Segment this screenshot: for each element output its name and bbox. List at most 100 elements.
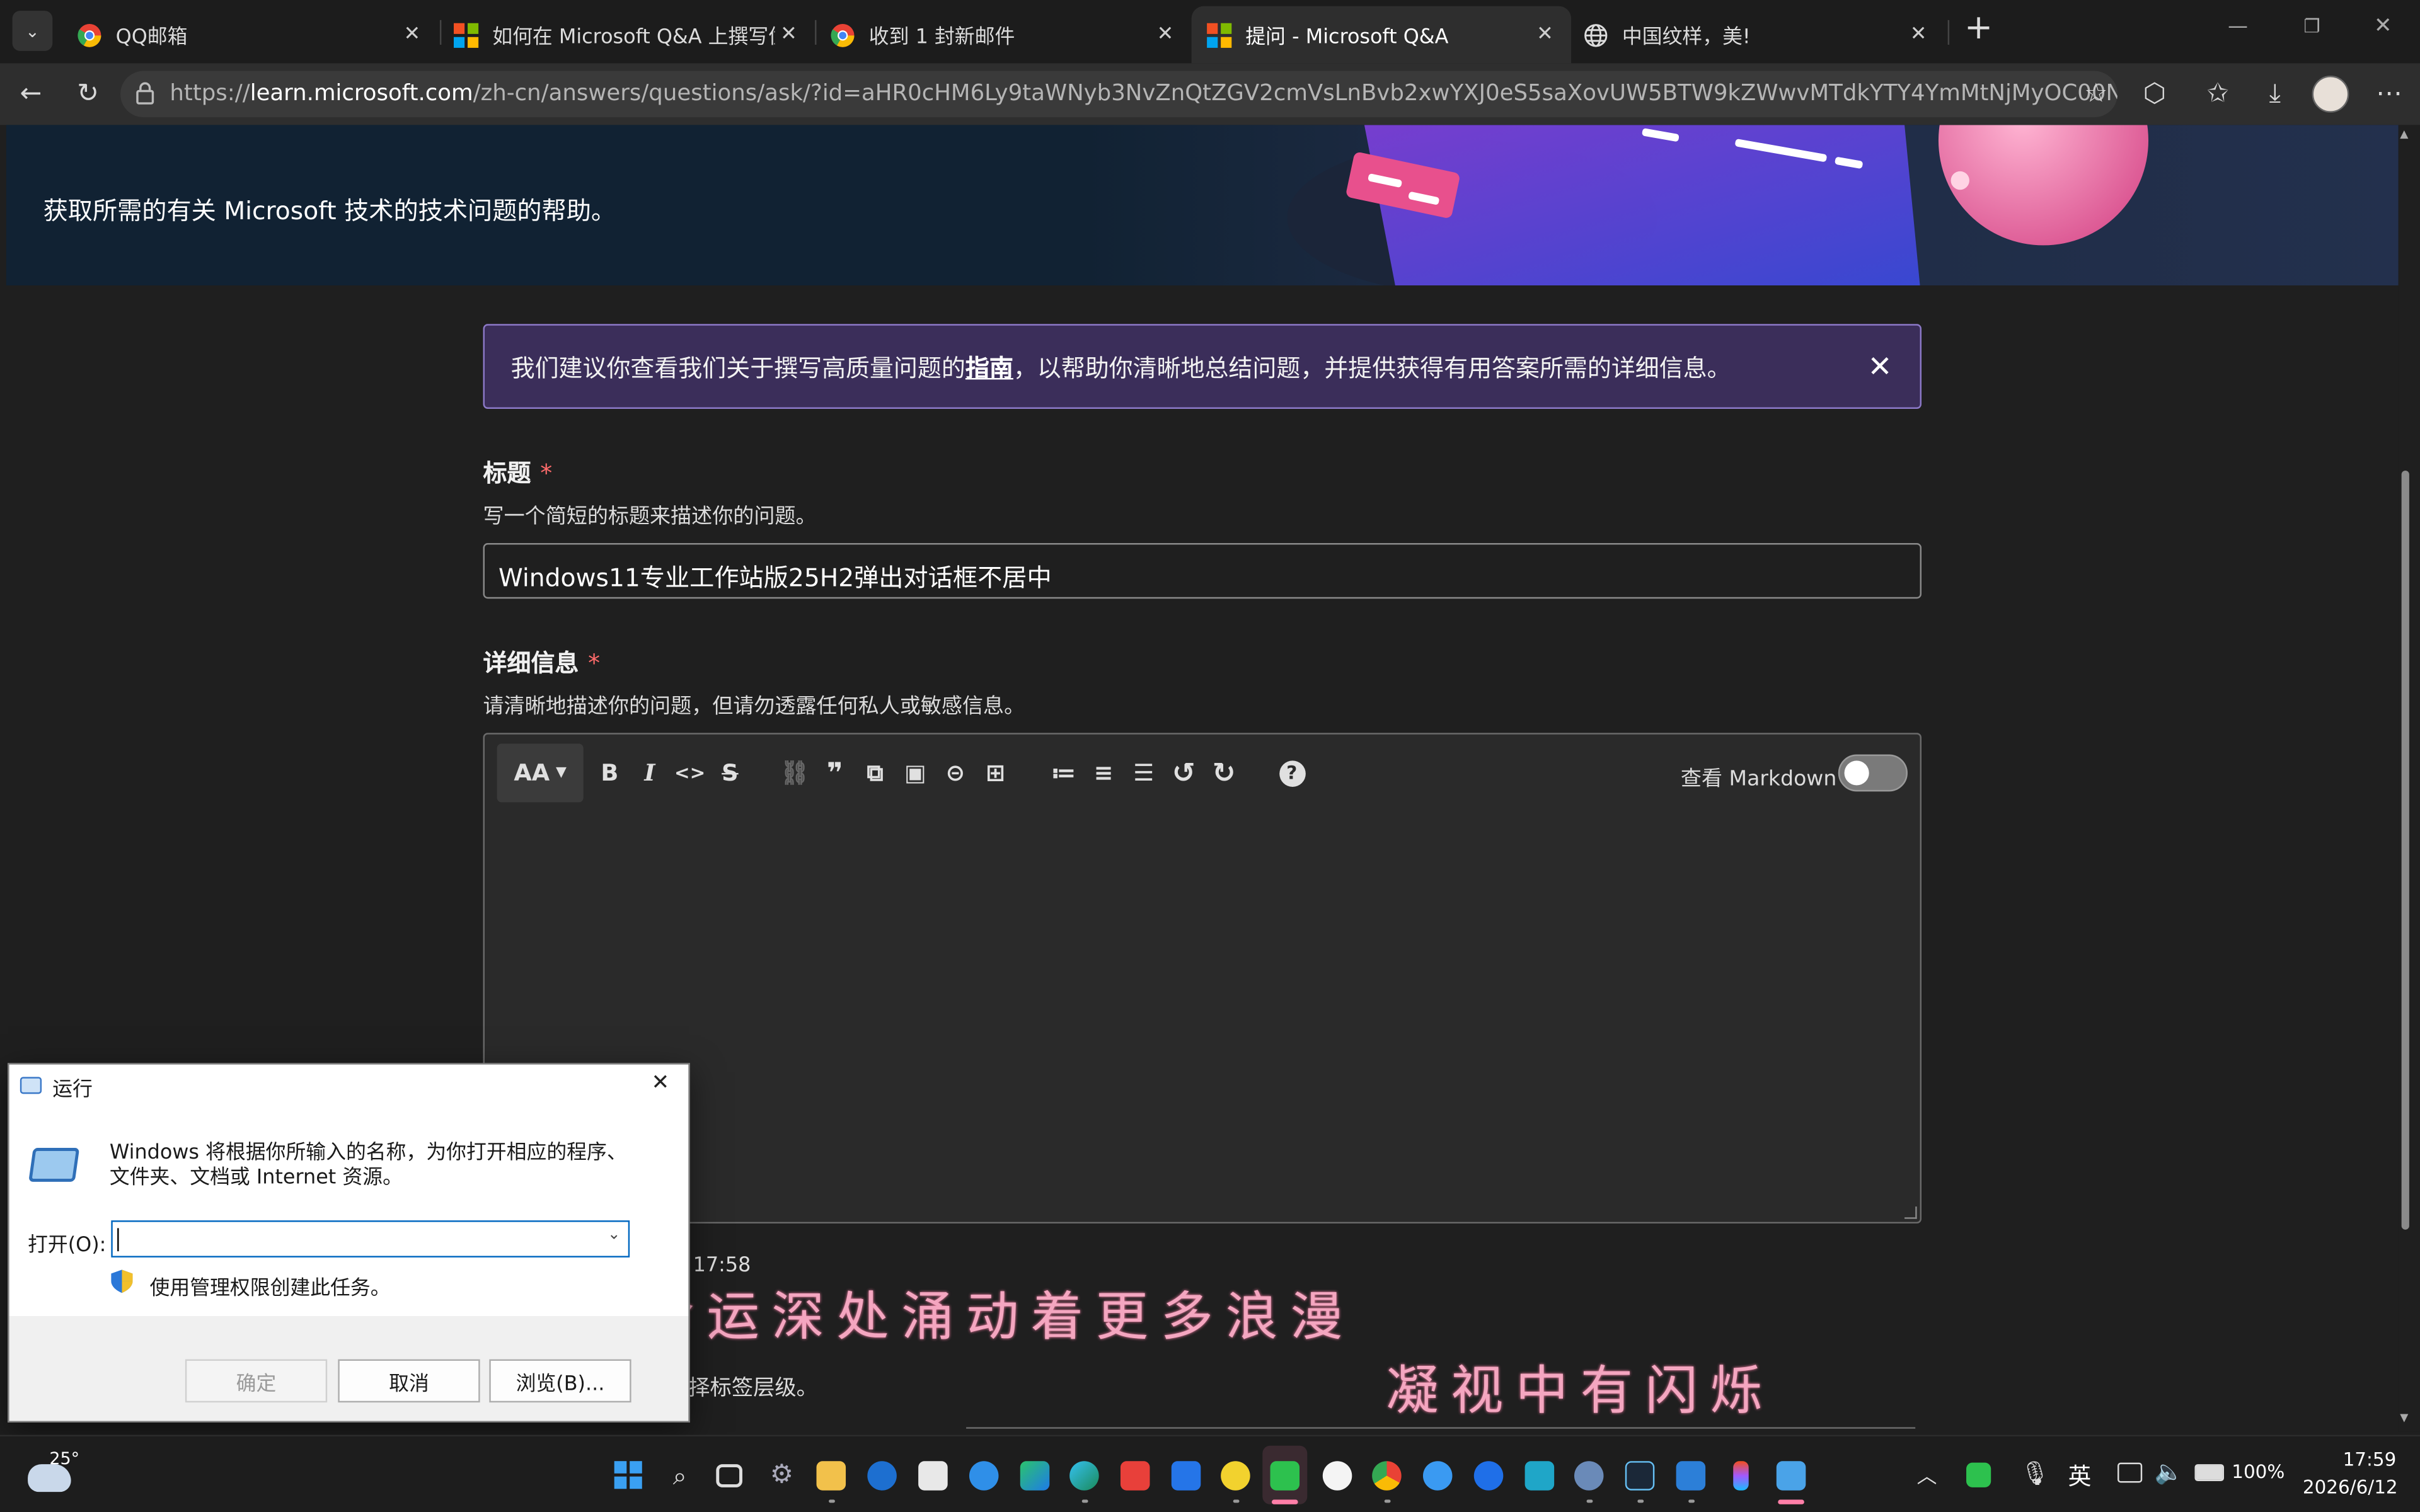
avatar[interactable] — [2312, 76, 2349, 113]
close-window-button[interactable]: ✕ — [2368, 14, 2399, 45]
tab-qa-writing-guide[interactable]: 如何在 Microsoft Q&A 上撰写优质 ✕ — [439, 6, 815, 64]
scroll-up-arrow-icon[interactable]: ▲ — [2400, 128, 2408, 140]
close-icon[interactable]: ✕ — [651, 1071, 669, 1096]
extensions-icon[interactable]: ⬡ — [2136, 76, 2173, 113]
close-tab-icon[interactable]: ✕ — [398, 23, 426, 47]
back-arrow-icon[interactable]: ← — [13, 76, 50, 113]
favorites-list-icon[interactable]: ✩ — [2199, 76, 2237, 113]
running-indicator — [1586, 1499, 1593, 1503]
bold-icon[interactable]: B — [590, 753, 630, 793]
run-app-icon — [28, 1148, 80, 1182]
bulleted-list-icon[interactable]: ≡ — [1083, 753, 1124, 793]
tab-ask-question[interactable]: 提问 - Microsoft Q&A ✕ — [1191, 6, 1572, 64]
tab-qq-mail[interactable]: QQ邮箱 ✕ — [62, 6, 439, 64]
downloads-icon[interactable]: ⤓ — [2256, 76, 2293, 113]
page-scrollbar[interactable]: ▲ ▼ — [2398, 125, 2420, 1432]
network-icon[interactable] — [2118, 1462, 2143, 1483]
wps-icon[interactable] — [1120, 1461, 1150, 1491]
strikethrough-icon[interactable]: S — [710, 753, 751, 793]
ok-button[interactable]: 确定 — [185, 1359, 328, 1403]
scroll-down-arrow-icon[interactable]: ▼ — [2400, 1412, 2408, 1424]
close-tab-icon[interactable]: ✕ — [1904, 23, 1932, 47]
show-hidden-icons-chevron-icon[interactable]: ︿ — [1917, 1460, 1937, 1489]
minimize-button[interactable]: — — [2223, 15, 2254, 46]
notice-text-after: ，以帮助你清晰地总结问题，并提供获得有用答案所需的详细信息。 — [1013, 354, 1731, 382]
hp-icon[interactable] — [867, 1461, 897, 1491]
numbered-list-icon[interactable]: ≔ — [1044, 753, 1084, 793]
chrome-icon[interactable] — [1372, 1461, 1402, 1491]
help-icon[interactable] — [969, 1461, 999, 1491]
mail-app-icon[interactable] — [1473, 1461, 1504, 1491]
notepad-icon[interactable] — [1776, 1461, 1806, 1491]
guide-link[interactable]: 指南 — [965, 350, 1013, 384]
tab-actions-menu-button[interactable]: ⌄ — [12, 11, 53, 51]
undo-icon[interactable]: ↺ — [1164, 753, 1204, 793]
markdown-toggle[interactable] — [1838, 754, 1908, 792]
restore-button[interactable]: ❐ — [2296, 15, 2327, 46]
quote-icon[interactable]: ❞ — [815, 753, 855, 793]
italic-icon[interactable]: I — [630, 753, 670, 793]
remote-desktop-icon[interactable] — [1524, 1461, 1555, 1491]
wechat-icon[interactable] — [1270, 1461, 1300, 1491]
new-tab-button[interactable]: + — [1960, 11, 1997, 50]
guidance-notice: 我们建议你查看我们关于撰写高质量问题的 指南 ，以帮助你清晰地总结问题，并提供获得有… — [483, 324, 1922, 409]
address-bar[interactable]: https://learn.microsoft.com/zh-cn/answer… — [120, 71, 2118, 118]
network-tool-icon[interactable] — [1574, 1461, 1604, 1491]
open-combobox[interactable]: ⌄ — [111, 1220, 630, 1257]
code-icon[interactable]: <> — [670, 753, 710, 793]
chevron-down-icon[interactable]: ⌄ — [608, 1227, 621, 1244]
title-label: 标题 * — [483, 455, 553, 489]
cancel-button[interactable]: 取消 — [338, 1359, 480, 1403]
browse-button[interactable]: 浏览(B)... — [489, 1359, 631, 1403]
battery-icon[interactable] — [2194, 1464, 2225, 1482]
close-icon[interactable]: ✕ — [1867, 350, 1892, 384]
weather-temperature: 25° — [49, 1448, 80, 1469]
photos-icon[interactable] — [1676, 1461, 1706, 1491]
code-block-icon[interactable]: ⧉ — [855, 753, 896, 793]
close-tab-icon[interactable]: ✕ — [1531, 23, 1559, 47]
input-method-indicator[interactable]: 英 — [2068, 1460, 2092, 1492]
scrollbar-thumb[interactable] — [2401, 470, 2409, 1230]
wechat-tray-icon[interactable] — [1966, 1462, 1991, 1487]
file-explorer-icon[interactable] — [816, 1461, 846, 1491]
tab-title: 收到 1 封新邮件 — [868, 26, 1015, 50]
close-tab-icon[interactable]: ✕ — [775, 23, 802, 47]
favorite-star-icon[interactable]: ☆ — [2077, 76, 2114, 113]
music-app-icon[interactable] — [1221, 1461, 1250, 1491]
caret-down-icon: ▼ — [555, 765, 567, 781]
close-tab-icon[interactable]: ✕ — [1151, 23, 1179, 47]
refresh-icon[interactable]: ↻ — [69, 76, 107, 113]
tab-chinese-patterns[interactable]: 中国纹样，美! ✕ — [1568, 6, 1945, 64]
qq-icon[interactable] — [1322, 1461, 1352, 1491]
search-icon[interactable]: ⌕ — [666, 1461, 695, 1491]
cloud-drive-icon[interactable] — [1422, 1461, 1453, 1491]
store-icon[interactable] — [918, 1461, 948, 1491]
more-menu-icon[interactable]: ⋯ — [2371, 76, 2408, 113]
start-windows-icon[interactable] — [614, 1461, 642, 1489]
microphone-icon[interactable]: 🎙 — [2020, 1460, 2050, 1487]
clock-time[interactable]: 17:59 — [2343, 1449, 2397, 1470]
text-format-dropdown[interactable]: AA ▼ — [497, 743, 584, 803]
settings-gear-icon[interactable]: ⚙ — [767, 1460, 797, 1491]
table-icon[interactable]: ⊞ — [976, 753, 1016, 793]
run-dialog: 运行 ✕ Windows 将根据你所输入的名称，为你打开相应的程序、文件夹、文档… — [8, 1063, 690, 1423]
title-input[interactable]: Windows11专业工作站版25H2弹出对话框不居中 — [483, 543, 1922, 599]
feather-app-icon[interactable] — [1171, 1461, 1201, 1491]
image-icon[interactable]: ▣ — [895, 753, 935, 793]
help-icon[interactable]: ? — [1272, 753, 1312, 793]
task-view-icon[interactable] — [716, 1464, 742, 1487]
edge-icon[interactable] — [1069, 1461, 1099, 1491]
embed-icon[interactable]: ⊝ — [935, 753, 976, 793]
clock-date[interactable]: 2026/6/12 — [2303, 1477, 2398, 1498]
tab-new-mail[interactable]: 收到 1 封新邮件 ✕ — [815, 6, 1192, 64]
volume-icon[interactable]: 🔈 — [2155, 1458, 2184, 1486]
link-icon[interactable]: ⛓ — [775, 753, 815, 793]
figma-icon[interactable] — [1733, 1461, 1749, 1491]
resize-handle[interactable] — [1904, 1206, 1917, 1219]
microsoft-logo-icon — [454, 22, 479, 47]
align-icon[interactable]: ☰ — [1124, 753, 1164, 793]
steam-icon[interactable] — [1625, 1461, 1655, 1491]
redo-icon[interactable]: ↻ — [1204, 753, 1244, 793]
details-editor[interactable]: AA ▼ B I <> S ⛓ ❞ ⧉ ▣ ⊝ ⊞ ≔ ≡ ☰ ↺ ↻ ? 查看 … — [483, 733, 1922, 1224]
copilot-icon[interactable] — [1020, 1461, 1050, 1491]
